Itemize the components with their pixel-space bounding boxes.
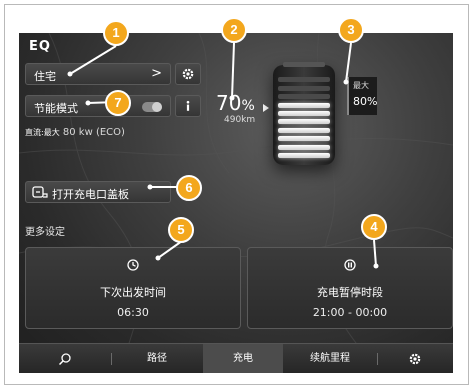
soc-number: 70 bbox=[216, 91, 242, 115]
soc-unit: % bbox=[241, 98, 255, 114]
callout-1: 1 bbox=[103, 20, 129, 46]
max-charge-limit[interactable]: 最大 80% bbox=[347, 77, 377, 115]
open-charge-flap-button[interactable]: 打开充电口盖板 bbox=[25, 181, 171, 203]
next-departure-card[interactable]: 下次出发时间 06:30 bbox=[25, 247, 241, 329]
battery-cap bbox=[283, 62, 325, 67]
callout-3: 3 bbox=[338, 17, 364, 43]
eco-mode-toggle[interactable] bbox=[142, 102, 162, 112]
range-value: 490km bbox=[224, 115, 256, 125]
callout-5: 5 bbox=[168, 217, 194, 243]
search-icon bbox=[58, 353, 71, 366]
home-location-button[interactable]: 住宅 > bbox=[25, 63, 171, 85]
open-charge-flap-label: 打开充电口盖板 bbox=[52, 188, 129, 201]
chevron-right-icon: > bbox=[151, 66, 162, 81]
charge-pause-card[interactable]: 充电暂停时段 21:00 - 00:00 bbox=[247, 247, 453, 329]
charging-settings-button[interactable] bbox=[175, 63, 201, 85]
dc-max-power-info: 直流:最大 80 kw (ECO) bbox=[25, 127, 125, 138]
battery-cell bbox=[278, 94, 330, 100]
nav-search-button[interactable] bbox=[19, 344, 111, 373]
nav-settings-button[interactable] bbox=[378, 344, 453, 373]
gear-icon bbox=[182, 68, 194, 80]
max-charge-value: 80% bbox=[353, 95, 378, 108]
home-location-label: 住宅 bbox=[34, 70, 56, 83]
nav-range-tab[interactable]: 续航里程 bbox=[283, 344, 377, 373]
next-departure-title: 下次出发时间 bbox=[100, 286, 166, 299]
more-settings-heading: 更多设定 bbox=[25, 227, 65, 238]
eco-mode-label: 节能模式 bbox=[34, 102, 78, 115]
battery-cell bbox=[278, 153, 330, 158]
dc-max-value: 80 kw (ECO) bbox=[62, 127, 125, 138]
gear-icon bbox=[409, 353, 421, 365]
callout-4: 4 bbox=[361, 214, 387, 240]
charge-flap-icon bbox=[32, 186, 48, 198]
battery-cell bbox=[278, 111, 330, 116]
state-of-charge: 70% bbox=[216, 91, 255, 115]
battery-cell bbox=[278, 136, 330, 142]
info-icon bbox=[186, 100, 190, 111]
soc-pointer-icon bbox=[263, 104, 269, 112]
toggle-knob bbox=[152, 102, 162, 112]
dc-max-prefix: 直流:最大 bbox=[25, 128, 60, 137]
clock-icon bbox=[127, 259, 139, 271]
bottom-nav: 路径 充电 续航里程 bbox=[19, 343, 453, 373]
callout-7: 7 bbox=[105, 90, 131, 116]
eco-mode-button[interactable]: 节能模式 bbox=[25, 95, 171, 117]
battery-cell bbox=[278, 127, 330, 133]
info-button[interactable] bbox=[175, 95, 201, 117]
eq-logo: EQ bbox=[29, 39, 51, 54]
battery-cell bbox=[278, 102, 330, 108]
callout-2: 2 bbox=[221, 17, 247, 43]
nav-charge-tab[interactable]: 充电 bbox=[203, 344, 283, 373]
charging-screen: EQ 住宅 > 节能模式 直流:最大 80 kw (ECO) 70% 490km… bbox=[19, 33, 453, 373]
figure-frame: EQ 住宅 > 节能模式 直流:最大 80 kw (ECO) 70% 490km… bbox=[4, 4, 469, 385]
battery-cell bbox=[278, 144, 330, 150]
nav-route-tab[interactable]: 路径 bbox=[112, 344, 202, 373]
battery-cell bbox=[278, 77, 330, 83]
next-departure-time: 06:30 bbox=[117, 306, 149, 319]
battery-graphic bbox=[273, 62, 335, 165]
battery-cell bbox=[278, 119, 330, 125]
battery-cell bbox=[278, 85, 330, 91]
charge-pause-title: 充电暂停时段 bbox=[317, 286, 383, 299]
charge-pause-window: 21:00 - 00:00 bbox=[312, 306, 388, 319]
callout-6: 6 bbox=[176, 175, 202, 201]
pause-icon bbox=[344, 259, 356, 271]
max-charge-label: 最大 bbox=[353, 81, 369, 90]
